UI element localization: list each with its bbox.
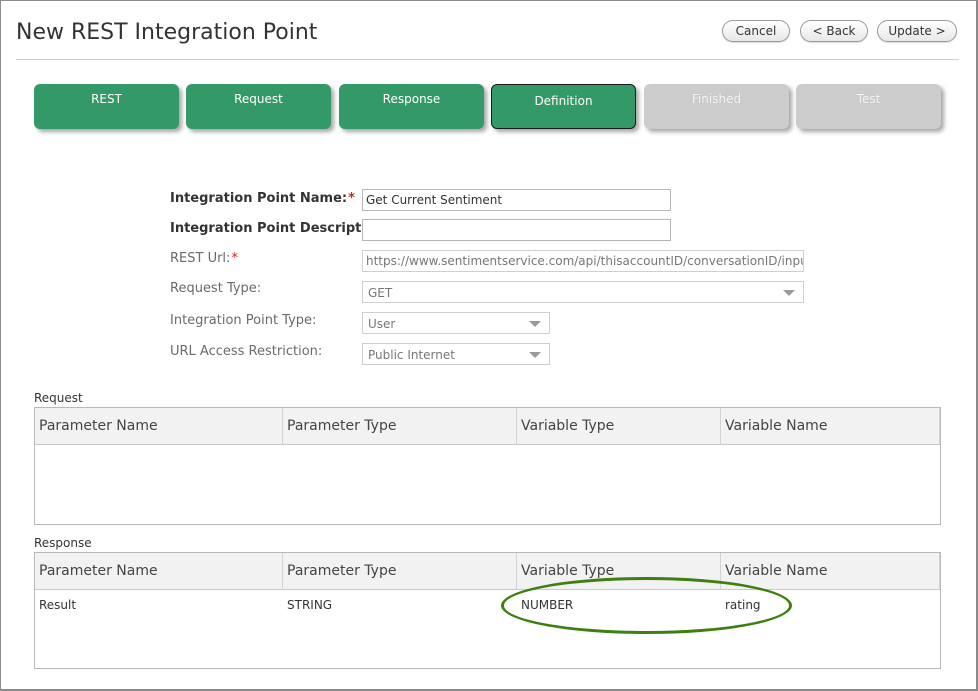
- request-table-header: Parameter Name Parameter Type Variable T…: [35, 408, 940, 445]
- step-definition-label: Definition: [534, 94, 593, 108]
- response-table: Parameter Name Parameter Type Variable T…: [34, 552, 941, 669]
- required-marker: *: [348, 191, 355, 206]
- page-title: New REST Integration Point: [16, 20, 318, 45]
- ip-type-value: User: [368, 317, 396, 331]
- step-rest-label: REST: [91, 92, 122, 106]
- update-button[interactable]: Update >: [877, 20, 957, 42]
- step-request-label: Request: [234, 92, 283, 106]
- access-select[interactable]: Public Internet: [362, 343, 550, 365]
- request-type-select[interactable]: GET: [362, 281, 804, 303]
- step-response-label: Response: [382, 92, 441, 106]
- title-divider: [16, 59, 959, 60]
- access-label: URL Access Restriction:: [170, 344, 323, 359]
- step-response[interactable]: Response: [339, 84, 484, 129]
- ip-type-label: Integration Point Type:: [170, 313, 317, 328]
- chevron-down-icon: [783, 290, 795, 296]
- step-finished-label: Finished: [691, 92, 742, 106]
- back-button[interactable]: < Back: [800, 20, 868, 42]
- column-header-parameter-name[interactable]: Parameter Name: [35, 408, 283, 445]
- column-header-variable-type[interactable]: Variable Type: [517, 408, 721, 445]
- highlight-ellipse: [501, 577, 792, 634]
- chevron-down-icon: [529, 352, 541, 358]
- request-type-value: GET: [368, 286, 393, 300]
- column-header-parameter-name[interactable]: Parameter Name: [35, 553, 283, 590]
- ip-type-select[interactable]: User: [362, 312, 550, 334]
- cell-parameter-name: Result: [39, 598, 77, 612]
- step-finished: Finished: [644, 84, 789, 129]
- name-field[interactable]: Get Current Sentiment: [362, 189, 671, 211]
- cell-parameter-type: STRING: [287, 598, 333, 612]
- step-rest[interactable]: REST: [34, 84, 179, 129]
- column-header-variable-name[interactable]: Variable Name: [721, 553, 940, 590]
- access-value: Public Internet: [368, 348, 455, 362]
- chevron-down-icon: [529, 321, 541, 327]
- url-label: REST Url:*: [170, 251, 238, 266]
- step-request[interactable]: Request: [186, 84, 331, 129]
- column-header-parameter-type[interactable]: Parameter Type: [283, 408, 517, 445]
- response-section-title: Response: [34, 536, 92, 550]
- response-table-header: Parameter Name Parameter Type Variable T…: [35, 553, 940, 590]
- step-definition[interactable]: Definition: [491, 84, 636, 129]
- step-test-label: Test: [856, 92, 881, 106]
- description-label: Integration Point Description:: [170, 221, 390, 236]
- description-field[interactable]: [362, 219, 671, 241]
- column-header-parameter-type[interactable]: Parameter Type: [283, 553, 517, 590]
- request-section-title: Request: [34, 391, 83, 405]
- request-type-label: Request Type:: [170, 281, 262, 296]
- name-label: Integration Point Name:*: [170, 191, 355, 206]
- step-test: Test: [796, 84, 941, 129]
- column-header-variable-name[interactable]: Variable Name: [721, 408, 940, 445]
- cancel-button[interactable]: Cancel: [722, 20, 790, 42]
- request-table: Parameter Name Parameter Type Variable T…: [34, 407, 941, 525]
- url-field: https://www.sentimentservice.com/api/thi…: [362, 250, 804, 272]
- required-marker: *: [231, 251, 238, 266]
